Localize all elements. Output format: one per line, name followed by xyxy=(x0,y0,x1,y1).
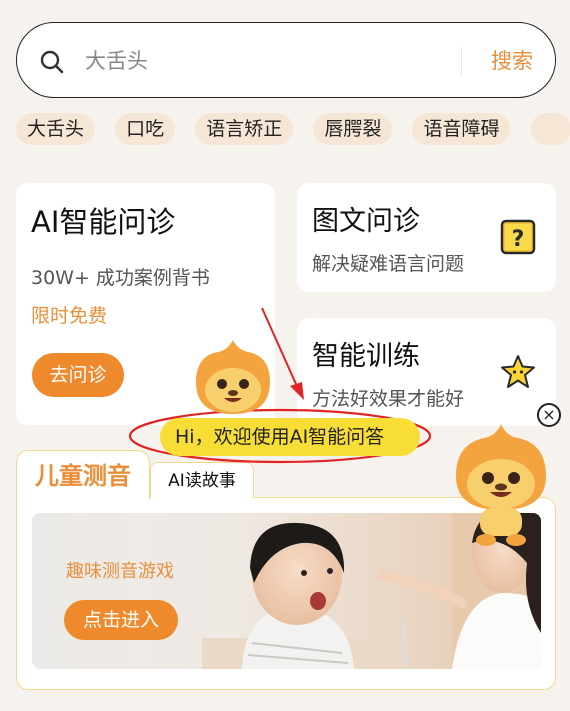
tab-ai-story[interactable]: AI读故事 xyxy=(150,462,254,498)
lion-mascot-large-icon[interactable] xyxy=(450,422,552,548)
tag-item[interactable]: 语音障碍 xyxy=(412,113,511,145)
image-text-consult-card[interactable]: 图文问诊 解决疑难语言问题 ? xyxy=(297,183,556,292)
tag-item[interactable] xyxy=(530,113,570,145)
search-icon xyxy=(40,50,64,74)
smart-training-subtitle: 方法好效果才能好 xyxy=(312,388,465,410)
search-bar: 搜索 xyxy=(16,22,556,98)
tag-item[interactable]: 口吃 xyxy=(115,113,176,145)
tag-list: 大舌头 口吃 语言矫正 唇腭裂 语音障碍 xyxy=(16,113,570,145)
greeting-bubble[interactable]: Hi，欢迎使用AI智能问答 xyxy=(160,418,420,456)
svg-text:?: ? xyxy=(512,227,525,252)
tag-item[interactable]: 大舌头 xyxy=(16,113,96,145)
enter-button[interactable]: 点击进入 xyxy=(64,600,178,640)
search-divider xyxy=(461,47,462,75)
lion-mascot-icon[interactable] xyxy=(190,338,276,416)
banner-title: 趣味测音游戏 xyxy=(66,561,174,582)
smart-training-card[interactable]: 智能训练 方法好效果才能好 xyxy=(297,318,556,426)
smart-training-title: 智能训练 xyxy=(312,341,420,372)
question-block-icon: ? xyxy=(500,219,536,255)
close-button[interactable]: × xyxy=(537,403,561,427)
ai-consult-title: AI智能问诊 xyxy=(31,205,176,239)
ask-consult-button[interactable]: 去问诊 xyxy=(32,353,124,397)
image-text-subtitle: 解决疑难语言问题 xyxy=(312,253,465,275)
ai-consult-subtitle: 30W+ 成功案例背书 xyxy=(31,267,210,289)
ai-consult-promo: 限时免费 xyxy=(31,305,108,327)
search-button[interactable]: 搜索 xyxy=(491,45,533,77)
search-input[interactable] xyxy=(85,45,455,77)
tag-item[interactable]: 唇腭裂 xyxy=(313,113,393,145)
image-text-title: 图文问诊 xyxy=(312,206,420,237)
tab-children-sound-test[interactable]: 儿童测音 xyxy=(16,450,150,500)
star-icon xyxy=(501,355,535,388)
tag-item[interactable]: 语言矫正 xyxy=(195,113,294,145)
